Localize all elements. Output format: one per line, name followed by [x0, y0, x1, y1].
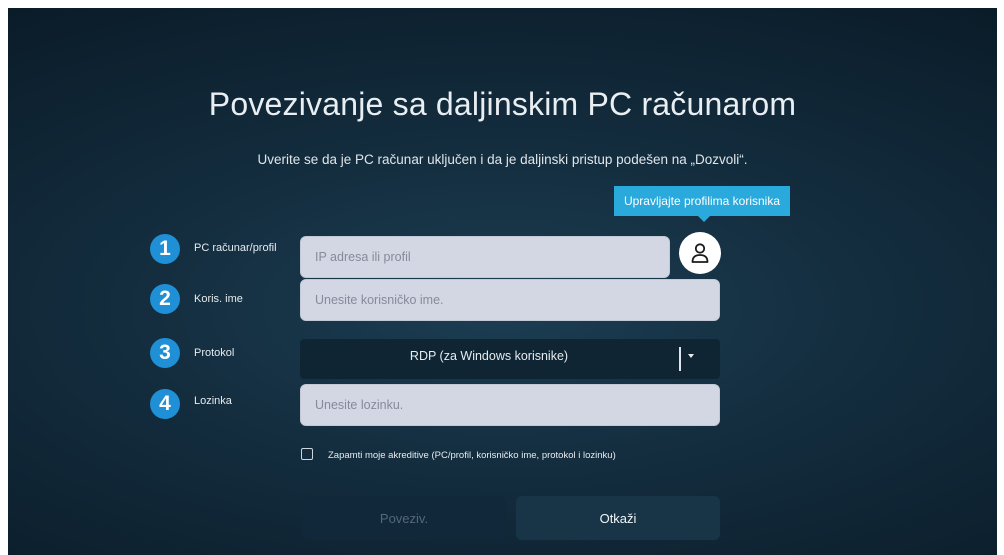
protocol-select[interactable]: RDP (za Windows korisnike): [300, 339, 720, 379]
user-icon: [691, 243, 709, 263]
step-3-badge: 3: [150, 338, 180, 368]
step-4-badge: 4: [150, 389, 180, 419]
chevron-down-icon[interactable]: [688, 354, 694, 358]
password-input[interactable]: Unesite lozinku.: [300, 384, 720, 426]
remember-checkbox[interactable]: [301, 448, 313, 460]
username-input[interactable]: Unesite korisničko ime.: [300, 279, 720, 321]
connect-button[interactable]: Poveziv.: [302, 496, 506, 540]
pc-profile-label: PC računar/profil: [194, 242, 277, 254]
manage-profiles-button[interactable]: [679, 232, 721, 274]
step-2-badge: 2: [150, 284, 180, 314]
protocol-label: Protokol: [194, 347, 235, 359]
step-1-badge: 1: [150, 234, 180, 264]
pc-profile-input[interactable]: IP adresa ili profil: [300, 236, 670, 278]
remember-label: Zapamti moje akreditive (PC/profil, kori…: [328, 450, 616, 461]
username-label: Koris. ime: [194, 293, 243, 305]
cancel-button[interactable]: Otkaži: [516, 496, 720, 540]
profile-tooltip: Upravljajte profilima korisnika: [614, 186, 790, 222]
page-subtitle: Uverite se da je PC računar uključen i d…: [257, 152, 748, 167]
remote-pc-dialog: Povezivanje sa daljinskim PC računarom U…: [8, 8, 997, 555]
dropdown-divider: [679, 347, 681, 371]
page-title: Povezivanje sa daljinskim PC računarom: [208, 86, 797, 122]
protocol-selected-value: RDP (za Windows korisnike): [409, 349, 569, 363]
password-label: Lozinka: [194, 395, 232, 407]
